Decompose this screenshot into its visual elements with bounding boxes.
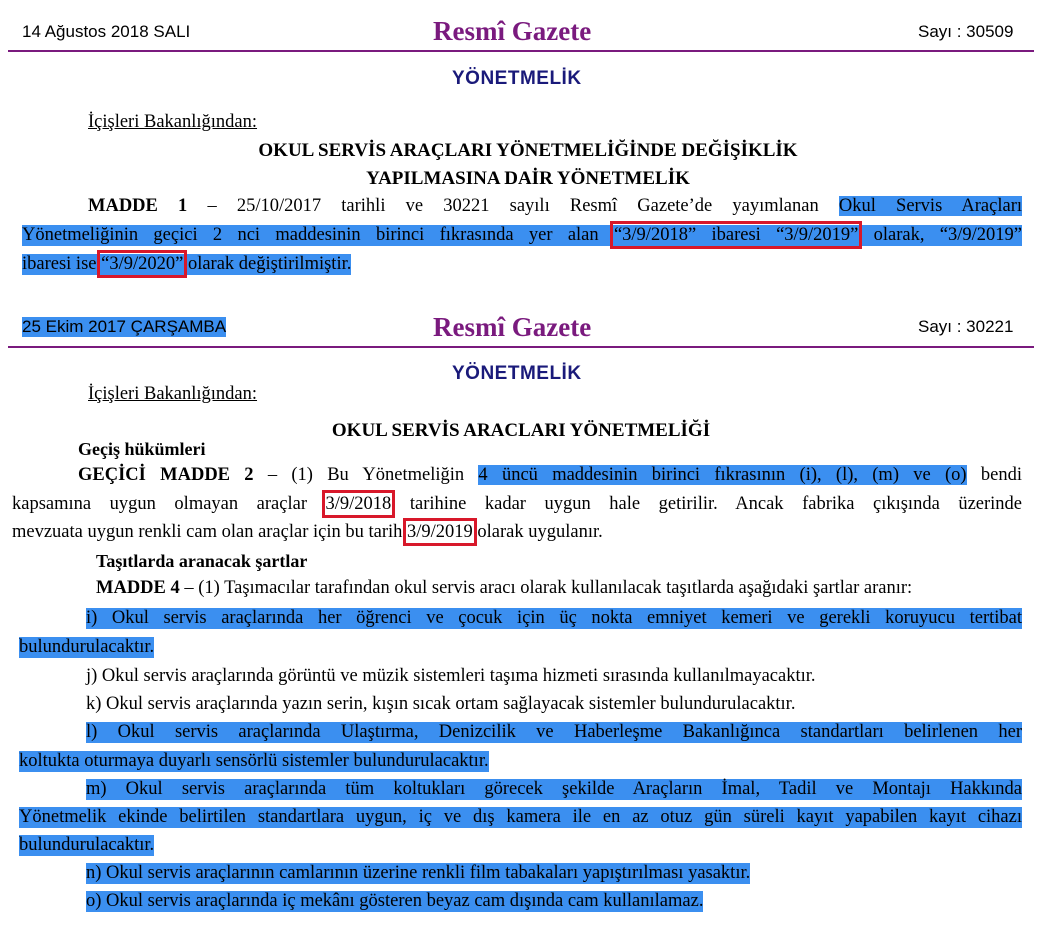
- list-item-k: k) Okul servis araçlarında yazın serin, …: [86, 694, 796, 714]
- list-item-n: n) Okul servis araçlarının camlarının üz…: [86, 863, 751, 884]
- text-span: – (1) Taşımacılar tarafından okul servis…: [179, 578, 913, 598]
- gazette1-date: 14 Ağustos 2018 SALI: [22, 22, 191, 41]
- list-item-o: o) Okul servis araçlarında iç mekânı gös…: [86, 891, 704, 912]
- list-item-i-cont: bulundurulacaktır.: [19, 637, 155, 658]
- list-item-j: j) Okul servis araçlarında görüntü ve mü…: [86, 666, 816, 686]
- article-number: MADDE 4: [96, 578, 180, 598]
- text-span: olarak değiştirilmiştir.: [183, 254, 352, 274]
- article-number: GEÇİCİ MADDE 2: [78, 465, 254, 485]
- text-span: kapsamına uygun olmayan araçlar: [12, 494, 326, 514]
- list-item-l: l) Okul servis araçlarında Ulaştırma, De…: [86, 722, 1022, 743]
- gazette2-issue: Sayı : 30221: [918, 317, 1014, 336]
- text-span: – (1) Bu Yönetmeliğin: [253, 465, 479, 485]
- article-number: MADDE 1: [88, 196, 188, 216]
- text-span: Yönetmeliğinin geçici 2 nci maddesinin b…: [22, 225, 614, 245]
- article4-intro: MADDE 4 – (1) Taşımacılar tarafından oku…: [96, 578, 912, 599]
- heading-vehicle-conditions: Taşıtlarda aranacak şartlar: [96, 551, 308, 571]
- list-item-m-cont-2: bulundurulacaktır.: [19, 835, 155, 856]
- list-item-m-cont: Yönetmelik ekinde belirtilen standartlar…: [19, 807, 1022, 828]
- selected-text: Okul Servis Araçları: [838, 196, 1023, 216]
- text-span: tarihine kadar uygun hale getirilir. Anc…: [391, 494, 1023, 514]
- provisional-article-line-2: kapsamına uygun olmayan araçlar 3/9/2018…: [12, 490, 1023, 518]
- gazette2-ministry: İçişleri Bakanlığından:: [88, 384, 258, 404]
- text-span: ibaresi ise: [22, 254, 102, 274]
- heading-transition-provisions: Geçiş hükümleri: [78, 439, 206, 459]
- gazette1-article-line-2: Yönetmeliğinin geçici 2 nci maddesinin b…: [22, 221, 1022, 249]
- text-span: olarak uygulanır.: [472, 522, 603, 542]
- gazette1-article-line-3: ibaresi ise “3/9/2020” olarak değiştiril…: [22, 250, 352, 278]
- date-highlight-box: 3/9/2018: [321, 490, 396, 518]
- gazette2-title: Resmî Gazete: [433, 312, 592, 342]
- gazette2-date: 25 Ekim 2017 ÇARŞAMBA: [22, 317, 227, 337]
- gazette1-issue: Sayı : 30509: [918, 22, 1014, 41]
- gazette1-header-rule: [8, 50, 1034, 52]
- gazette2-header-rule: [8, 346, 1034, 348]
- date-highlight-box: “3/9/2018” ibaresi “3/9/2019”: [609, 221, 863, 249]
- list-item-l-cont: koltukta oturmaya duyarlı sensörlü siste…: [19, 751, 489, 772]
- date-highlight-box: “3/9/2020”: [97, 250, 188, 278]
- gazette1-doc-title-1: OKUL SERVİS ARAÇLARI YÖNETMELİĞİNDE DEĞİ…: [258, 140, 798, 161]
- text-span: olarak, “3/9/2019”: [858, 225, 1022, 245]
- gazette1-article-line-1: MADDE 1 – 25/10/2017 tarihli ve 30221 sa…: [88, 196, 1023, 217]
- provisional-article-line-1: GEÇİCİ MADDE 2 – (1) Bu Yönetmeliğin 4 ü…: [78, 465, 1022, 486]
- gazette1-ministry: İçişleri Bakanlığından:: [88, 112, 258, 132]
- gazette1-title: Resmî Gazete: [433, 16, 592, 46]
- selected-text: 4 üncü maddesinin birinci fıkrasının (i)…: [478, 465, 967, 485]
- text-span: bendi: [966, 465, 1022, 485]
- list-item-i: i) Okul servis araçlarında her öğrenci v…: [86, 608, 1022, 629]
- gazette2-section-title: YÖNETMELİK: [452, 363, 582, 384]
- list-item-m: m) Okul servis araçlarında tüm koltuklar…: [86, 779, 1022, 800]
- provisional-article-line-3: mevzuata uygun renkli cam olan araçlar i…: [12, 518, 603, 546]
- text-span: mevzuata uygun renkli cam olan araçlar i…: [12, 522, 408, 542]
- text-span: – 25/10/2017 tarihli ve 30221 sayılı Res…: [187, 196, 839, 216]
- gazette1-doc-title-2: YAPILMASINA DAİR YÖNETMELİK: [366, 168, 690, 189]
- gazette1-section-title: YÖNETMELİK: [452, 68, 582, 89]
- date-highlight-box: 3/9/2019: [403, 518, 477, 546]
